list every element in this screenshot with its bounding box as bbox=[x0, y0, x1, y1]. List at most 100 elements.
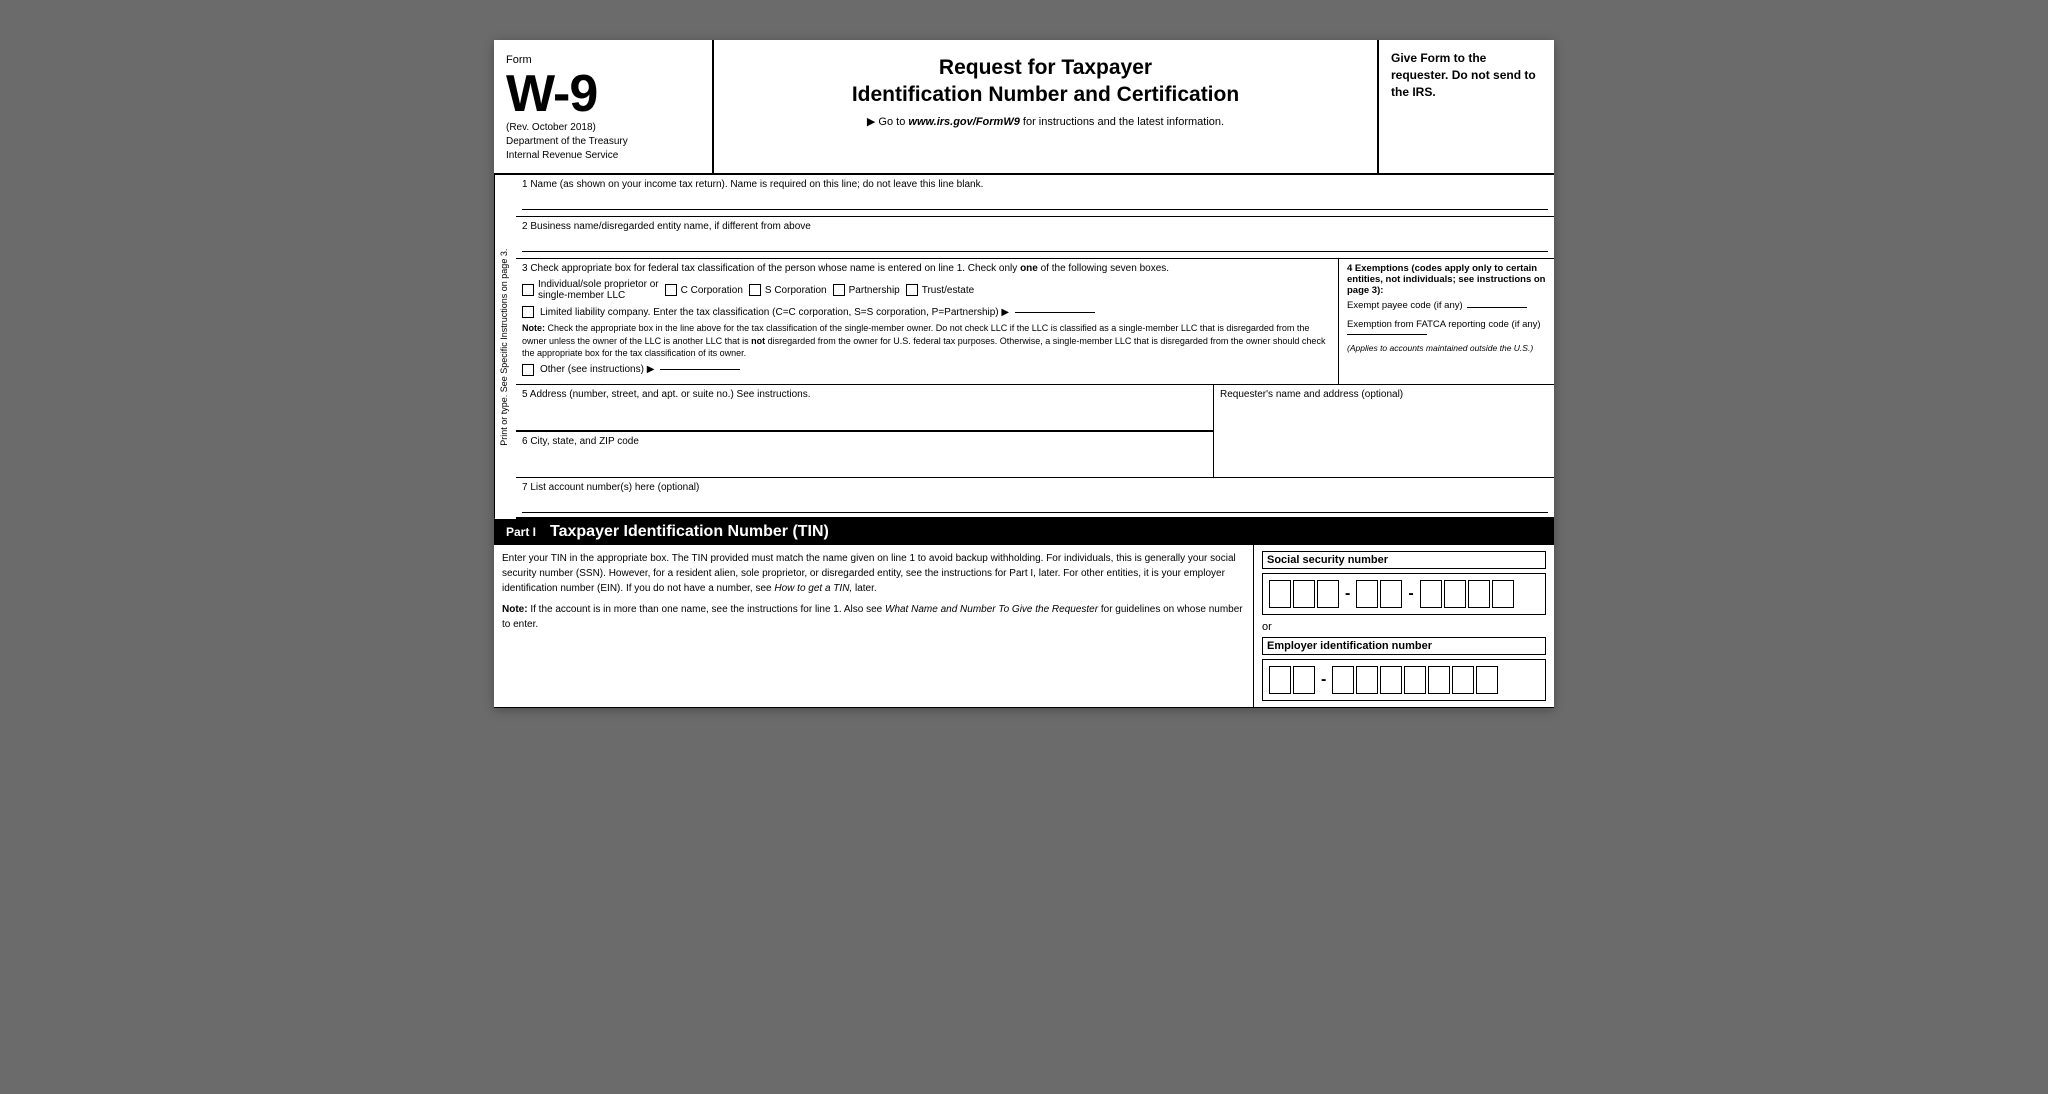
ein-label: Employer identification number bbox=[1262, 637, 1546, 655]
requester-field: Requester's name and address (optional) bbox=[1214, 385, 1554, 477]
cb-scorp[interactable]: S Corporation bbox=[749, 284, 827, 296]
ssn-box[interactable] bbox=[1317, 580, 1339, 608]
part1-body: Enter your TIN in the appropriate box. T… bbox=[494, 545, 1554, 708]
part1-header: Part I Taxpayer Identification Number (T… bbox=[494, 519, 1554, 545]
ssn-group1 bbox=[1269, 580, 1339, 608]
line1-input[interactable] bbox=[522, 192, 1548, 210]
line3-label: 3 Check appropriate box for federal tax … bbox=[522, 263, 1332, 274]
ein-box[interactable] bbox=[1293, 666, 1315, 694]
ein-box[interactable] bbox=[1356, 666, 1378, 694]
ein-group2 bbox=[1332, 666, 1498, 694]
header-center: Request for Taxpayer Identification Numb… bbox=[714, 40, 1379, 173]
line6-input[interactable] bbox=[522, 447, 1207, 473]
form-number: W-9 bbox=[506, 68, 700, 120]
cb-scorp-box[interactable] bbox=[749, 284, 761, 296]
part1-note: Note: If the account is in more than one… bbox=[502, 602, 1245, 632]
ssn-box[interactable] bbox=[1420, 580, 1442, 608]
line5-label: 5 Address (number, street, and apt. or s… bbox=[522, 389, 1207, 400]
ein-box[interactable] bbox=[1269, 666, 1291, 694]
ssn-dash1: - bbox=[1343, 585, 1352, 603]
line3-section: 3 Check appropriate box for federal tax … bbox=[516, 259, 1554, 385]
exemptions-panel: 4 Exemptions (codes apply only to certai… bbox=[1339, 259, 1554, 384]
part1-tin-boxes: Social security number - - bbox=[1254, 545, 1554, 707]
cb-individual[interactable]: Individual/sole proprietor orsingle-memb… bbox=[522, 279, 659, 301]
ssn-box[interactable] bbox=[1492, 580, 1514, 608]
line5-field: 5 Address (number, street, and apt. or s… bbox=[516, 385, 1213, 431]
line7-row: 7 List account number(s) here (optional) bbox=[516, 478, 1554, 519]
cb-partnership[interactable]: Partnership bbox=[833, 284, 900, 296]
cb-partnership-box[interactable] bbox=[833, 284, 845, 296]
ein-dash: - bbox=[1319, 671, 1328, 689]
ssn-box[interactable] bbox=[1293, 580, 1315, 608]
ssn-boxes: - - bbox=[1262, 573, 1546, 615]
give-form-text: Give Form to the requester. Do not send … bbox=[1391, 50, 1542, 100]
fatca-input[interactable] bbox=[1347, 334, 1427, 335]
ein-box[interactable] bbox=[1476, 666, 1498, 694]
other-input[interactable] bbox=[660, 369, 740, 370]
note-text: Note: Check the appropriate box in the l… bbox=[522, 322, 1332, 360]
requester-input[interactable] bbox=[1220, 400, 1548, 460]
exemptions-heading: 4 Exemptions (codes apply only to certai… bbox=[1347, 263, 1546, 296]
ein-box[interactable] bbox=[1380, 666, 1402, 694]
llc-classification-input[interactable] bbox=[1015, 312, 1095, 313]
part1-instructions: Enter your TIN in the appropriate box. T… bbox=[494, 545, 1254, 707]
ssn-box[interactable] bbox=[1356, 580, 1378, 608]
other-row: Other (see instructions) ▶ bbox=[522, 364, 1332, 376]
llc-row: Limited liability company. Enter the tax… bbox=[522, 306, 1332, 318]
form-rev: (Rev. October 2018) bbox=[506, 122, 700, 133]
line6-field: 6 City, state, and ZIP code bbox=[516, 431, 1213, 477]
part1-title: Taxpayer Identification Number (TIN) bbox=[550, 523, 829, 541]
line7-input[interactable] bbox=[522, 495, 1548, 513]
line5-input[interactable] bbox=[522, 400, 1207, 426]
classification-checkboxes: Individual/sole proprietor orsingle-memb… bbox=[522, 279, 1332, 301]
ssn-dash2: - bbox=[1406, 585, 1415, 603]
part1-label: Part I bbox=[502, 523, 540, 541]
ein-box[interactable] bbox=[1452, 666, 1474, 694]
form-title: Request for Taxpayer Identification Numb… bbox=[734, 54, 1357, 109]
exempt-payee-input[interactable] bbox=[1467, 307, 1527, 308]
line1-row: 1 Name (as shown on your income tax retu… bbox=[516, 175, 1554, 217]
fatca-note: (Applies to accounts maintained outside … bbox=[1347, 343, 1546, 353]
address-left: 5 Address (number, street, and apt. or s… bbox=[516, 385, 1214, 477]
form-header: Form W-9 (Rev. October 2018) Department … bbox=[494, 40, 1554, 175]
form-dept: Department of the Treasury Internal Reve… bbox=[506, 135, 700, 163]
line7-label: 7 List account number(s) here (optional) bbox=[522, 482, 699, 493]
line3-left: 3 Check appropriate box for federal tax … bbox=[516, 259, 1339, 384]
cb-ccorp[interactable]: C Corporation bbox=[665, 284, 743, 296]
part1-text: Enter your TIN in the appropriate box. T… bbox=[502, 551, 1245, 596]
line2-row: 2 Business name/disregarded entity name,… bbox=[516, 217, 1554, 259]
ssn-box[interactable] bbox=[1444, 580, 1466, 608]
ssn-box[interactable] bbox=[1380, 580, 1402, 608]
ein-section: Employer identification number - bbox=[1262, 637, 1546, 701]
fatca-field: Exemption from FATCA reporting code (if … bbox=[1347, 319, 1546, 330]
line2-label: 2 Business name/disregarded entity name,… bbox=[522, 221, 1548, 232]
form-fields: 1 Name (as shown on your income tax retu… bbox=[516, 175, 1554, 519]
ein-box[interactable] bbox=[1428, 666, 1450, 694]
ein-box[interactable] bbox=[1332, 666, 1354, 694]
ein-box[interactable] bbox=[1404, 666, 1426, 694]
ssn-group3 bbox=[1420, 580, 1514, 608]
cb-other-box[interactable] bbox=[522, 364, 534, 376]
cb-trust-box[interactable] bbox=[906, 284, 918, 296]
cb-llc-box[interactable] bbox=[522, 306, 534, 318]
cb-ccorp-box[interactable] bbox=[665, 284, 677, 296]
line6-label: 6 City, state, and ZIP code bbox=[522, 436, 1207, 447]
ssn-section: Social security number - - bbox=[1262, 551, 1546, 615]
w9-form: Form W-9 (Rev. October 2018) Department … bbox=[494, 40, 1554, 708]
ssn-box[interactable] bbox=[1468, 580, 1490, 608]
cb-individual-box[interactable] bbox=[522, 284, 534, 296]
header-left: Form W-9 (Rev. October 2018) Department … bbox=[494, 40, 714, 173]
form-body: Print or type. See Specific Instructions… bbox=[494, 175, 1554, 519]
sidebar-label: Print or type. See Specific Instructions… bbox=[494, 175, 516, 519]
ssn-group2 bbox=[1356, 580, 1402, 608]
goto-line: ▶ Go to www.irs.gov/FormW9 for instructi… bbox=[734, 115, 1357, 128]
line2-input[interactable] bbox=[522, 234, 1548, 252]
address-section: 5 Address (number, street, and apt. or s… bbox=[516, 385, 1554, 478]
ein-boxes: - bbox=[1262, 659, 1546, 701]
line1-label: 1 Name (as shown on your income tax retu… bbox=[522, 179, 1548, 190]
or-text: or bbox=[1262, 621, 1546, 633]
ssn-label: Social security number bbox=[1262, 551, 1546, 569]
cb-trust[interactable]: Trust/estate bbox=[906, 284, 974, 296]
ein-group1 bbox=[1269, 666, 1315, 694]
ssn-box[interactable] bbox=[1269, 580, 1291, 608]
